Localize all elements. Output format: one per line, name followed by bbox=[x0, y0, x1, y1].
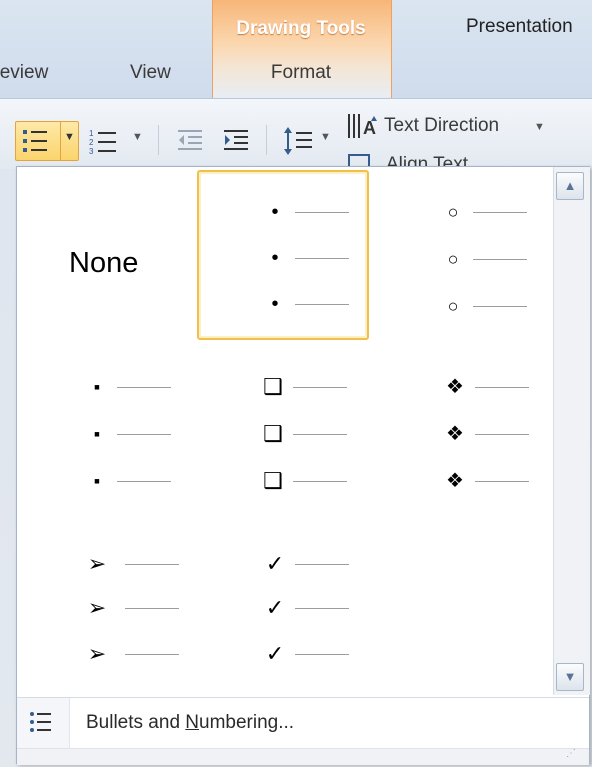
decrease-indent-button[interactable] bbox=[176, 127, 206, 160]
hollow-square-bullet-icon: ❑ bbox=[263, 374, 283, 399]
numbered-list-icon: 1 2 3 bbox=[89, 129, 116, 156]
tab-review[interactable]: Review bbox=[0, 62, 48, 84]
numbering-dropdown-arrow[interactable]: ▼ bbox=[132, 131, 143, 143]
scroll-down-button[interactable]: ▼ bbox=[556, 663, 584, 691]
bn-label-accelerator: N bbox=[185, 712, 200, 733]
none-label: None bbox=[69, 247, 139, 279]
bn-label-prefix: Bullets and bbox=[86, 712, 186, 733]
filled-square-bullet-icon: ▪ bbox=[93, 424, 101, 444]
bullet-style-arrow[interactable]: ➢ ➢ ➢ bbox=[23, 525, 195, 695]
line-spacing-dropdown-arrow[interactable]: ▼ bbox=[320, 131, 331, 143]
numbering-button[interactable]: 1 2 3 bbox=[88, 127, 122, 160]
filled-round-bullet-icon: • bbox=[271, 201, 279, 223]
arrow-bullet-icon: ➢ bbox=[87, 641, 107, 666]
hollow-round-bullet-icon: ○ bbox=[447, 296, 459, 316]
text-direction-glyph: A bbox=[348, 114, 377, 138]
hollow-round-bullet-icon: ○ bbox=[447, 202, 459, 222]
contextual-group-label: Drawing Tools bbox=[236, 18, 366, 39]
hollow-round-bullet-icon: ○ bbox=[447, 249, 459, 269]
arrow-bullet-icon: ➢ bbox=[87, 595, 107, 620]
menu-resize-bar bbox=[17, 748, 589, 765]
toolbar-separator bbox=[158, 125, 159, 155]
increase-indent-icon bbox=[224, 130, 248, 150]
bullet-style-filled-square[interactable]: ▪ ▪ ▪ bbox=[23, 345, 195, 515]
bullet-style-filled-round[interactable]: • • • bbox=[197, 170, 369, 340]
text-direction-button[interactable]: Text Direction bbox=[384, 115, 499, 137]
arrow-down-icon: ▼ bbox=[563, 669, 577, 684]
line-spacing-icon bbox=[284, 127, 312, 155]
line-spacing-button[interactable] bbox=[282, 125, 316, 162]
bullets-dropdown-arrow[interactable]: ▼ bbox=[64, 131, 75, 143]
arrow-up-icon: ▲ bbox=[563, 178, 577, 193]
bullets-button[interactable] bbox=[21, 127, 51, 160]
checkmark-bullet-icon: ✓ bbox=[265, 551, 285, 576]
bullet-style-star[interactable]: ❖ ❖ ❖ bbox=[373, 345, 545, 515]
text-direction-dropdown-arrow[interactable]: ▼ bbox=[534, 121, 545, 133]
bn-label-suffix: umbering... bbox=[199, 712, 295, 733]
tab-format[interactable]: Format bbox=[212, 62, 390, 84]
arrow-bullet-icon: ➢ bbox=[87, 551, 107, 576]
filled-square-bullet-icon: ▪ bbox=[93, 377, 101, 397]
star-bullet-icon: ❖ bbox=[446, 470, 464, 492]
bullet-style-hollow-round[interactable]: ○ ○ ○ bbox=[373, 170, 545, 340]
gallery-scrollbar[interactable] bbox=[553, 167, 590, 695]
svg-text:2: 2 bbox=[89, 138, 94, 147]
tab-review-label: Review bbox=[0, 62, 49, 83]
scroll-up-button[interactable]: ▲ bbox=[556, 172, 584, 200]
bullet-style-hollow-square[interactable]: ❑ ❑ ❑ bbox=[197, 345, 369, 515]
increase-indent-button[interactable] bbox=[222, 127, 252, 160]
star-bullet-icon: ❖ bbox=[446, 423, 464, 445]
checkmark-bullet-icon: ✓ bbox=[265, 595, 285, 620]
bullet-style-gallery: None • • • ○ ○ ○ ▪ ▪ ▪ ❑ ❑ ❑ ❖ ❖ ❖ ➢ ➢ ➢… bbox=[17, 167, 553, 695]
bulleted-list-icon bbox=[28, 710, 54, 740]
window-title: Presentation bbox=[466, 16, 573, 37]
filled-square-bullet-icon: ▪ bbox=[93, 471, 101, 491]
toolbar-separator bbox=[266, 125, 267, 155]
filled-round-bullet-icon: • bbox=[271, 247, 279, 269]
tab-view[interactable]: View bbox=[130, 62, 171, 84]
svg-text:1: 1 bbox=[89, 129, 94, 138]
checkmark-bullet-icon: ✓ bbox=[265, 641, 285, 666]
decrease-indent-icon bbox=[178, 130, 202, 150]
resize-grip-icon[interactable]: ⋰ bbox=[566, 748, 576, 759]
bullets-and-numbering-label: Bullets and Numbering... bbox=[86, 712, 294, 734]
filled-round-bullet-icon: • bbox=[271, 293, 279, 315]
hollow-square-bullet-icon: ❑ bbox=[263, 421, 283, 446]
bulleted-list-icon bbox=[23, 130, 47, 152]
hollow-square-bullet-icon: ❑ bbox=[263, 468, 283, 493]
star-bullet-icon: ❖ bbox=[446, 376, 464, 398]
svg-text:3: 3 bbox=[89, 147, 94, 155]
bullet-style-none[interactable]: None bbox=[23, 173, 195, 343]
split-divider bbox=[60, 121, 61, 161]
text-direction-icon[interactable]: A bbox=[346, 112, 380, 148]
bullet-style-checkmark[interactable]: ✓ ✓ ✓ bbox=[197, 525, 369, 695]
